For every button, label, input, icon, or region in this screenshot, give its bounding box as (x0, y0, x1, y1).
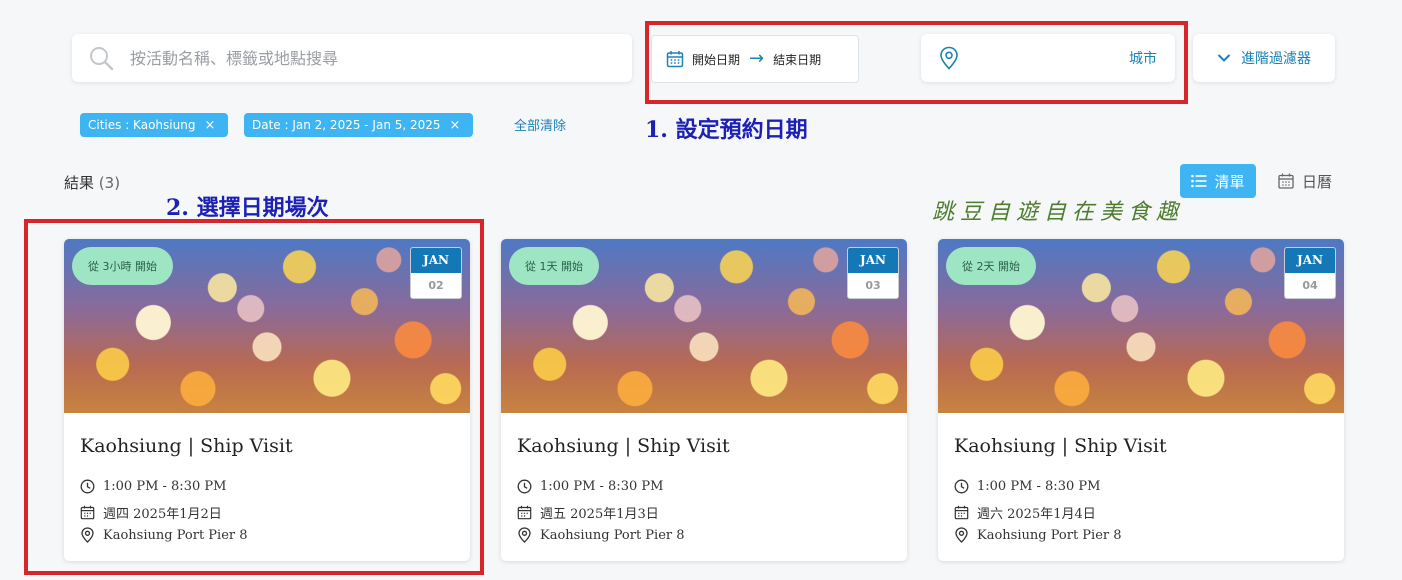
event-date-row: 週五 2025年1月3日 (517, 503, 659, 522)
date-badge-month: JAN (1285, 248, 1335, 273)
location-pin-icon (518, 527, 531, 543)
event-location-row: Kaohsiung Port Pier 8 (80, 527, 248, 543)
event-date: 週六 2025年1月4日 (977, 507, 1096, 522)
filter-chip-label: Cities : Kaohsiung (88, 118, 196, 132)
event-time-row: 1:00 PM - 8:30 PM (517, 479, 663, 494)
event-date: 週四 2025年1月2日 (103, 507, 222, 522)
annotation-box-date (645, 21, 1188, 104)
close-icon[interactable]: × (204, 118, 215, 133)
calendar-view-label: 日曆 (1302, 172, 1333, 191)
calendar-icon (517, 505, 532, 520)
results-number: (3) (98, 174, 121, 192)
date-badge: JAN 02 (410, 247, 462, 299)
list-icon (1191, 174, 1207, 188)
calendar-view-button[interactable]: 日曆 (1278, 164, 1332, 198)
filter-chip-date[interactable]: Date : Jan 2, 2025 - Jan 5, 2025 × (244, 113, 473, 137)
start-time-badge: 從 1天 開始 (509, 247, 599, 285)
event-date: 週五 2025年1月3日 (540, 507, 659, 522)
annotation-step-1: 1. 設定預約日期 (645, 117, 808, 143)
event-title[interactable]: Kaohsiung | Ship Visit (80, 435, 293, 457)
date-badge-day: 03 (865, 279, 881, 292)
location-pin-icon (81, 527, 94, 543)
date-badge: JAN 04 (1284, 247, 1336, 299)
advanced-filter-button[interactable]: 進階過濾器 (1193, 34, 1335, 82)
clock-icon (80, 479, 95, 494)
clock-icon (517, 479, 532, 494)
event-date-row: 週四 2025年1月2日 (80, 503, 222, 522)
event-card[interactable]: 從 3小時 開始 JAN 02 Kaohsiung | Ship Visit 1… (64, 239, 470, 561)
event-card[interactable]: 從 2天 開始 JAN 04 Kaohsiung | Ship Visit 1:… (938, 239, 1344, 561)
watermark-signature: 跳豆自遊自在美食趣 (932, 200, 1185, 225)
search-icon (90, 47, 114, 71)
date-badge-month: JAN (848, 248, 898, 273)
event-location-row: Kaohsiung Port Pier 8 (954, 527, 1122, 543)
close-icon[interactable]: × (450, 118, 461, 133)
calendar-icon (954, 505, 969, 520)
list-view-label: 清單 (1214, 172, 1245, 191)
search-input[interactable] (128, 47, 602, 69)
date-badge: JAN 03 (847, 247, 899, 299)
search-bar[interactable] (72, 34, 632, 82)
results-count: 結果 (3) (64, 172, 120, 193)
date-badge-month: JAN (411, 248, 461, 273)
date-badge-day: 04 (1302, 279, 1318, 292)
start-time-badge: 從 2天 開始 (946, 247, 1036, 285)
filter-chip-cities[interactable]: Cities : Kaohsiung × (80, 113, 228, 137)
location-pin-icon (955, 527, 968, 543)
calendar-icon (1278, 173, 1294, 189)
event-time: 1:00 PM - 8:30 PM (103, 479, 227, 494)
annotation-step-2: 2. 選擇日期場次 (166, 195, 329, 221)
event-card[interactable]: 從 1天 開始 JAN 03 Kaohsiung | Ship Visit 1:… (501, 239, 907, 561)
date-badge-day: 02 (428, 279, 444, 292)
event-title[interactable]: Kaohsiung | Ship Visit (517, 435, 730, 457)
list-view-button[interactable]: 清單 (1180, 164, 1256, 198)
clear-all-link[interactable]: 全部清除 (514, 115, 566, 134)
event-title[interactable]: Kaohsiung | Ship Visit (954, 435, 1167, 457)
event-time: 1:00 PM - 8:30 PM (977, 479, 1101, 494)
clock-icon (954, 479, 969, 494)
event-time: 1:00 PM - 8:30 PM (540, 479, 664, 494)
results-label: 結果 (64, 174, 95, 192)
event-location: Kaohsiung Port Pier 8 (103, 527, 248, 543)
event-date-row: 週六 2025年1月4日 (954, 503, 1096, 522)
event-time-row: 1:00 PM - 8:30 PM (954, 479, 1100, 494)
calendar-icon (80, 505, 95, 520)
event-location: Kaohsiung Port Pier 8 (977, 527, 1122, 543)
chevron-down-icon (1217, 54, 1231, 62)
event-location: Kaohsiung Port Pier 8 (540, 527, 685, 543)
filter-chip-label: Date : Jan 2, 2025 - Jan 5, 2025 (252, 118, 441, 132)
event-time-row: 1:00 PM - 8:30 PM (80, 479, 226, 494)
start-time-badge: 從 3小時 開始 (72, 247, 173, 285)
advanced-filter-label: 進階過濾器 (1241, 51, 1311, 67)
event-location-row: Kaohsiung Port Pier 8 (517, 527, 685, 543)
